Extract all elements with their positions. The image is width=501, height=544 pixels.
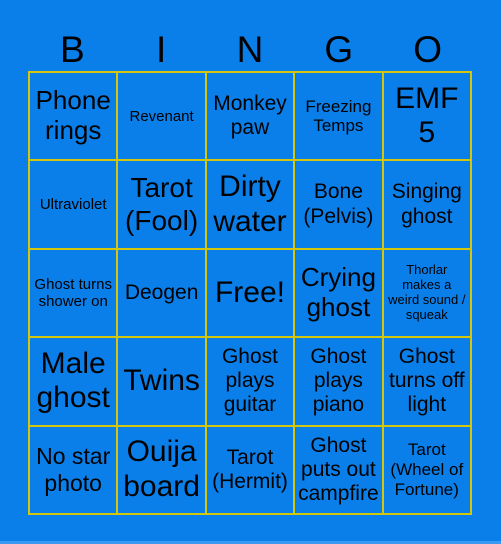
bingo-cell[interactable]: Tarot (Wheel of Fortune) [382, 425, 471, 514]
cell-label: Crying ghost [300, 262, 376, 322]
bingo-cell[interactable]: Ouija board [117, 425, 206, 514]
cell-label: EMF 5 [395, 81, 459, 150]
bingo-cell[interactable]: Thorlar makes a weird sound / squeak [382, 248, 471, 338]
cell-label: Ouija board [123, 435, 200, 503]
cell-label: Singing ghost [391, 180, 462, 228]
cell-label: Ultraviolet [39, 195, 107, 213]
bingo-cell[interactable]: Bone (Pelvis) [294, 160, 383, 249]
bingo-cell[interactable]: Ultraviolet [29, 160, 118, 249]
cell-label: Bone (Pelvis) [303, 180, 374, 228]
cell-label: Dirty water [213, 170, 287, 238]
cell-label: Thorlar makes a weird sound / squeak [388, 262, 466, 322]
bingo-cell[interactable]: Crying ghost [294, 248, 383, 338]
cell-label: Tarot (Wheel of Fortune) [390, 440, 464, 499]
bingo-cell[interactable]: Phone rings [29, 72, 118, 161]
bingo-grid: Phone rings Revenant Monkey paw Freezing… [28, 71, 472, 515]
bingo-cell[interactable]: Male ghost [29, 337, 118, 426]
bingo-cell[interactable]: Deogen [117, 248, 206, 338]
bingo-header: B I N G O [28, 28, 472, 72]
bingo-cell[interactable]: Ghost plays piano [294, 337, 383, 426]
cell-label: Male ghost [36, 346, 110, 415]
cell-label: Tarot (Hermit) [212, 445, 288, 493]
bingo-cell[interactable]: Ghost puts out campfire [294, 425, 383, 514]
header-letter-o: O [413, 29, 442, 70]
cell-label: Ghost turns off light [389, 345, 465, 417]
header-letter-i: I [156, 29, 167, 70]
cell-label: Phone rings [35, 85, 111, 146]
bingo-cell[interactable]: EMF 5 [382, 72, 471, 161]
cell-label: Tarot (Fool) [125, 172, 199, 236]
bingo-cell[interactable]: Monkey paw [205, 72, 295, 161]
bingo-cell[interactable]: Tarot (Hermit) [205, 425, 295, 514]
bingo-cell[interactable]: Singing ghost [382, 160, 471, 249]
cell-label: Free! [214, 275, 285, 309]
cell-label: Ghost turns shower on [34, 275, 112, 310]
cell-label: Ghost plays guitar [221, 345, 278, 417]
cell-label: Monkey paw [213, 92, 287, 140]
cell-label: Ghost puts out campfire [298, 433, 379, 505]
bingo-cell[interactable]: No star photo [29, 425, 118, 514]
cell-label: Revenant [129, 107, 194, 125]
header-letter-n: N [236, 29, 264, 70]
bingo-cell[interactable]: Ghost turns shower on [29, 248, 118, 338]
cell-label: Ghost plays piano [310, 345, 367, 417]
cell-label: Deogen [124, 280, 199, 304]
bingo-cell[interactable]: Ghost plays guitar [205, 337, 295, 426]
header-letter-g: G [324, 29, 354, 70]
header-letter-b: B [60, 29, 85, 70]
bingo-cell[interactable]: Freezing Temps [294, 72, 383, 161]
bingo-cell[interactable]: Ghost turns off light [382, 337, 471, 426]
bingo-cell free-space[interactable]: Free! [205, 248, 295, 338]
bingo-cell[interactable]: Dirty water [205, 160, 295, 249]
cell-label: Twins [123, 364, 200, 398]
cell-label: Freezing Temps [305, 96, 372, 136]
bingo-cell[interactable]: Revenant [117, 72, 206, 161]
bingo-cell[interactable]: Twins [117, 337, 206, 426]
bingo-cell[interactable]: Tarot (Fool) [117, 160, 206, 249]
cell-label: No star photo [36, 443, 111, 496]
